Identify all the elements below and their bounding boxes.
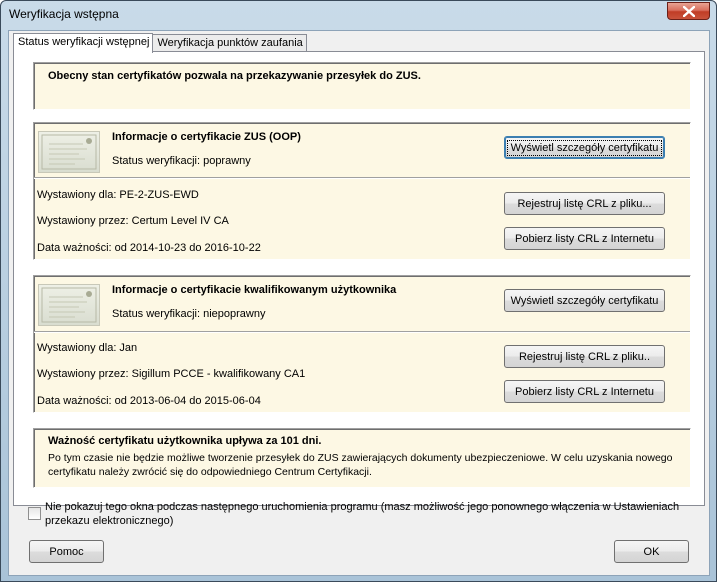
- zus-cert-panel: Informacje o certyfikacie ZUS (OOP) Stat…: [33, 122, 691, 260]
- expiry-heading: Ważność certyfikatu użytkownika upływa z…: [48, 435, 322, 447]
- user-details-button[interactable]: Wyświetl szczegóły certyfikatu: [504, 289, 665, 312]
- close-icon: [682, 5, 695, 17]
- certificate-icon: [38, 284, 100, 326]
- close-button[interactable]: [667, 2, 710, 20]
- divider: [34, 177, 690, 179]
- zus-validity: Data ważności: od 2014-10-23 do 2016-10-…: [37, 242, 261, 254]
- zus-register-crl-button[interactable]: Rejestruj listę CRL z pliku...: [504, 192, 665, 215]
- dialog-window: Weryfikacja wstępna Status weryfikacji w…: [0, 0, 717, 582]
- user-download-crl-button[interactable]: Pobierz listy CRL z Internetu: [504, 380, 665, 403]
- user-cert-heading: Informacje o certyfikacie kwalifikowanym…: [112, 284, 397, 296]
- dont-show-checkbox[interactable]: [28, 507, 41, 520]
- zus-details-button[interactable]: Wyświetl szczegóły certyfikatu: [504, 136, 665, 159]
- tab-status[interactable]: Status weryfikacji wstępnej: [13, 33, 154, 53]
- dialog-client: Status weryfikacji wstępnej Weryfikacja …: [8, 30, 710, 576]
- tab-trust-points[interactable]: Weryfikacja punktów zaufania: [152, 34, 307, 52]
- user-cert-panel: Informacje o certyfikacie kwalifikowanym…: [33, 275, 691, 413]
- title-bar: Weryfikacja wstępna: [1, 1, 716, 29]
- dont-show-label-line2[interactable]: przekazu elektronicznego): [45, 515, 173, 527]
- user-register-crl-button[interactable]: Rejestruj listę CRL z pliku..: [504, 345, 665, 368]
- zus-issued-by: Wystawiony przez: Certum Level IV CA: [37, 215, 229, 227]
- user-validity: Data ważności: od 2013-06-04 do 2015-06-…: [37, 395, 261, 407]
- window-title: Weryfikacja wstępna: [9, 7, 119, 21]
- tab-panel: Obecny stan certyfikatów pozwala na prze…: [13, 51, 705, 506]
- zus-cert-heading: Informacje o certyfikacie ZUS (OOP): [112, 131, 301, 143]
- help-button[interactable]: Pomoc: [29, 540, 104, 563]
- user-issued-to: Wystawiony dla: Jan: [37, 342, 138, 354]
- zus-download-crl-button[interactable]: Pobierz listy CRL z Internetu: [504, 227, 665, 250]
- user-cert-status: Status weryfikacji: niepoprawny: [112, 308, 266, 320]
- expiry-text-line1: Po tym czasie nie będzie możliwe tworzen…: [48, 452, 673, 464]
- zus-issued-to: Wystawiony dla: PE-2-ZUS-EWD: [37, 189, 199, 201]
- zus-cert-status: Status weryfikacji: poprawny: [112, 155, 251, 167]
- expiry-notice: Ważność certyfikatu użytkownika upływa z…: [33, 428, 691, 488]
- dont-show-label-line1[interactable]: Nie pokazuj tego okna podczas następnego…: [45, 501, 679, 513]
- ok-button[interactable]: OK: [614, 540, 689, 563]
- divider: [34, 331, 690, 333]
- certificate-icon: [38, 131, 100, 173]
- status-banner: Obecny stan certyfikatów pozwala na prze…: [33, 62, 691, 110]
- user-issued-by: Wystawiony przez: Sigillum PCCE - kwalif…: [37, 368, 306, 380]
- expiry-text-line2: certyfikatu należy zwrócić się do odpowi…: [48, 466, 372, 478]
- status-banner-text: Obecny stan certyfikatów pozwala na prze…: [48, 70, 421, 82]
- tab-strip: Status weryfikacji wstępnej Weryfikacja …: [13, 33, 307, 53]
